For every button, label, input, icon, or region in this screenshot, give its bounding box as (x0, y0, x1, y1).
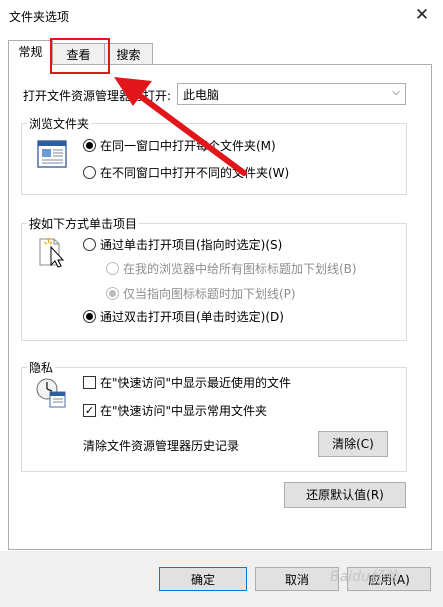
underline-all-label: 在我的浏览器中给所有图标标题加下划线(B) (123, 262, 357, 276)
double-click-label: 通过双击打开项目(单击时选定)(D) (100, 310, 284, 324)
frequent-folders-label: 在"快速访问"中显示常用文件夹 (100, 404, 268, 418)
checkbox-recent-files[interactable] (83, 376, 96, 389)
checkbox-frequent-folders[interactable]: ✓ (83, 404, 96, 417)
ok-button[interactable]: 确定 (159, 567, 247, 591)
cancel-button[interactable]: 取消 (255, 567, 339, 591)
radio-double-click[interactable] (83, 310, 96, 323)
radio-underline-hover[interactable] (106, 287, 119, 300)
click-items-title: 按如下方式单击项目 (27, 215, 140, 232)
privacy-title: 隐私 (27, 359, 56, 376)
clear-history-button[interactable]: 清除(C) (318, 431, 388, 457)
single-click-label: 通过单击打开项目(指向时选定)(S) (100, 238, 283, 252)
underline-hover-label: 仅当指向图标标题时加下划线(P) (123, 287, 296, 301)
cursor-icon (39, 237, 65, 268)
radio-underline-all[interactable] (106, 262, 119, 275)
clear-history-label: 清除文件资源管理器历史记录 (83, 439, 240, 453)
recent-files-label: 在"快速访问"中显示最近使用的文件 (100, 376, 292, 390)
annotation-arrow (114, 77, 247, 176)
check-icon: ✓ (84, 404, 95, 417)
restore-defaults-button[interactable]: 还原默认值(R) (284, 482, 406, 508)
radio-single-click[interactable] (83, 238, 96, 251)
clock-document-icon (36, 378, 66, 408)
watermark: Baidu经验 (330, 569, 398, 585)
